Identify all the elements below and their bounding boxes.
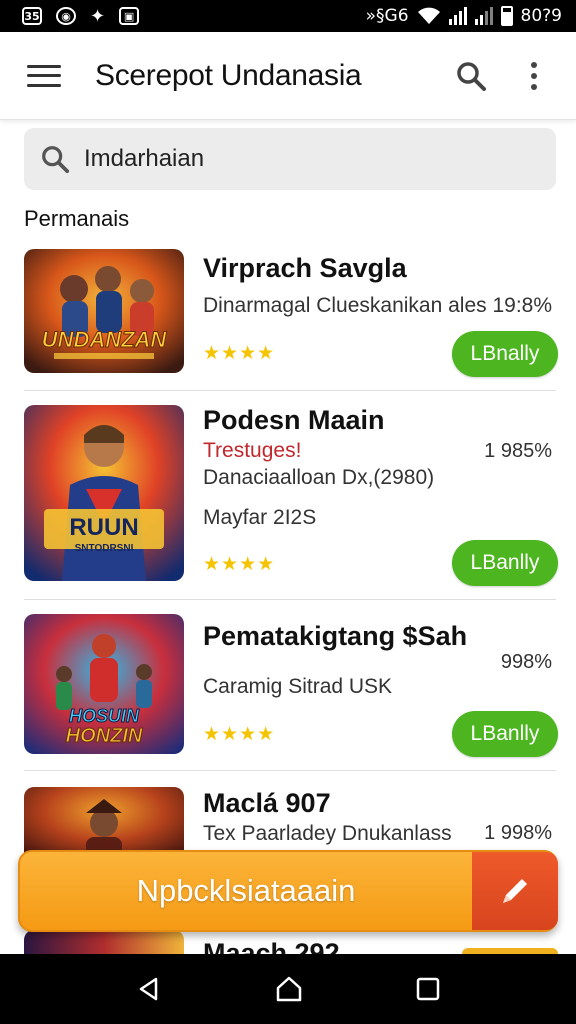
item-description: Tex Paarladey Dnukanlass (203, 822, 452, 845)
camera-app-icon: ▣ (119, 7, 140, 25)
recents-icon[interactable] (415, 976, 441, 1002)
wifi-icon (417, 7, 440, 24)
game-thumbnail[interactable]: HOSUIN HONZIN (24, 614, 184, 754)
divider (24, 599, 556, 600)
floating-action-bar[interactable]: Npbcklsiataaain (18, 850, 558, 932)
home-icon[interactable] (274, 974, 304, 1004)
app-screen: 35 ◉ ✦ ▣ »§G6 80?9 Scerepot Undanasia Im… (0, 0, 576, 1024)
rating-stars: ★★★★ (203, 342, 276, 364)
status-bar: 35 ◉ ✦ ▣ »§G6 80?9 (0, 0, 576, 32)
signal-icon (448, 7, 467, 25)
item-description: Dinarmagal Clueskanikan ales 19:8% (203, 294, 553, 317)
item-title: Maclá 907 (203, 788, 331, 818)
battery-icon (500, 6, 513, 26)
more-vert-icon[interactable] (528, 60, 540, 92)
item-title: Podesn Maain (203, 405, 385, 435)
thumb-logo-text-2: HONZIN (66, 725, 143, 747)
search-field-icon (42, 146, 70, 174)
install-button[interactable]: LBanlly (452, 711, 558, 757)
status-time: 80?9 (520, 6, 562, 26)
install-button[interactable]: LBanlly (452, 540, 558, 586)
thumb-sub-text: SNTODRSNI (75, 543, 134, 554)
edit-button[interactable] (472, 852, 558, 930)
item-percent: 998% (500, 651, 552, 673)
item-subline: Mayfar 2I2S (203, 506, 317, 529)
item-tag: Trestuges! (203, 439, 302, 462)
section-heading: Permanais (24, 206, 130, 231)
install-button[interactable]: LBnally (452, 331, 558, 377)
divider (24, 770, 556, 771)
app-bar: Scerepot Undanasia (0, 32, 576, 120)
thumb-logo-text: HOSUIN (69, 706, 140, 726)
fab-label[interactable]: Npbcklsiataaain (20, 852, 472, 930)
rating-stars: ★★★★ (203, 723, 276, 745)
item-description: Danaciaalloan Dx,(2980) (203, 466, 435, 489)
search-input[interactable]: Imdarhaian (24, 128, 556, 190)
thumb-logo-text: RUUN (69, 514, 138, 541)
item-percent: 1 998% (484, 822, 552, 844)
item-percent: 1 985% (484, 440, 552, 462)
item-title: Virprach Savgla (203, 253, 407, 283)
menu-icon[interactable] (27, 64, 61, 87)
system-nav-bar (0, 954, 576, 1024)
game-thumbnail[interactable]: UNDANZAN (24, 249, 184, 373)
divider (24, 390, 556, 391)
game-thumbnail[interactable]: RUUN SNTODRSNI (24, 405, 184, 581)
notification-app-icon: 35 (22, 7, 42, 25)
signal-icon-2 (474, 7, 493, 25)
item-title: Maach 292 (203, 938, 340, 954)
item-description: Caramig Sitrad USK (203, 675, 393, 698)
thumb-logo-text: UNDANZAN (42, 327, 168, 352)
edit-icon (503, 879, 527, 903)
game-thumbnail[interactable] (24, 930, 184, 954)
status-network-text: »§G6 (365, 6, 409, 26)
app-title: Scerepot Undanasia (95, 58, 362, 92)
back-icon[interactable] (135, 975, 163, 1003)
item-title: Pematakigtang $Sah (203, 621, 468, 651)
search-value: Imdarhaian (84, 145, 205, 172)
twitter-bird-icon: ✦ (90, 5, 106, 26)
rating-stars: ★★★★ (203, 553, 276, 575)
search-icon[interactable] (455, 60, 487, 92)
camera-icon: ◉ (56, 7, 76, 25)
